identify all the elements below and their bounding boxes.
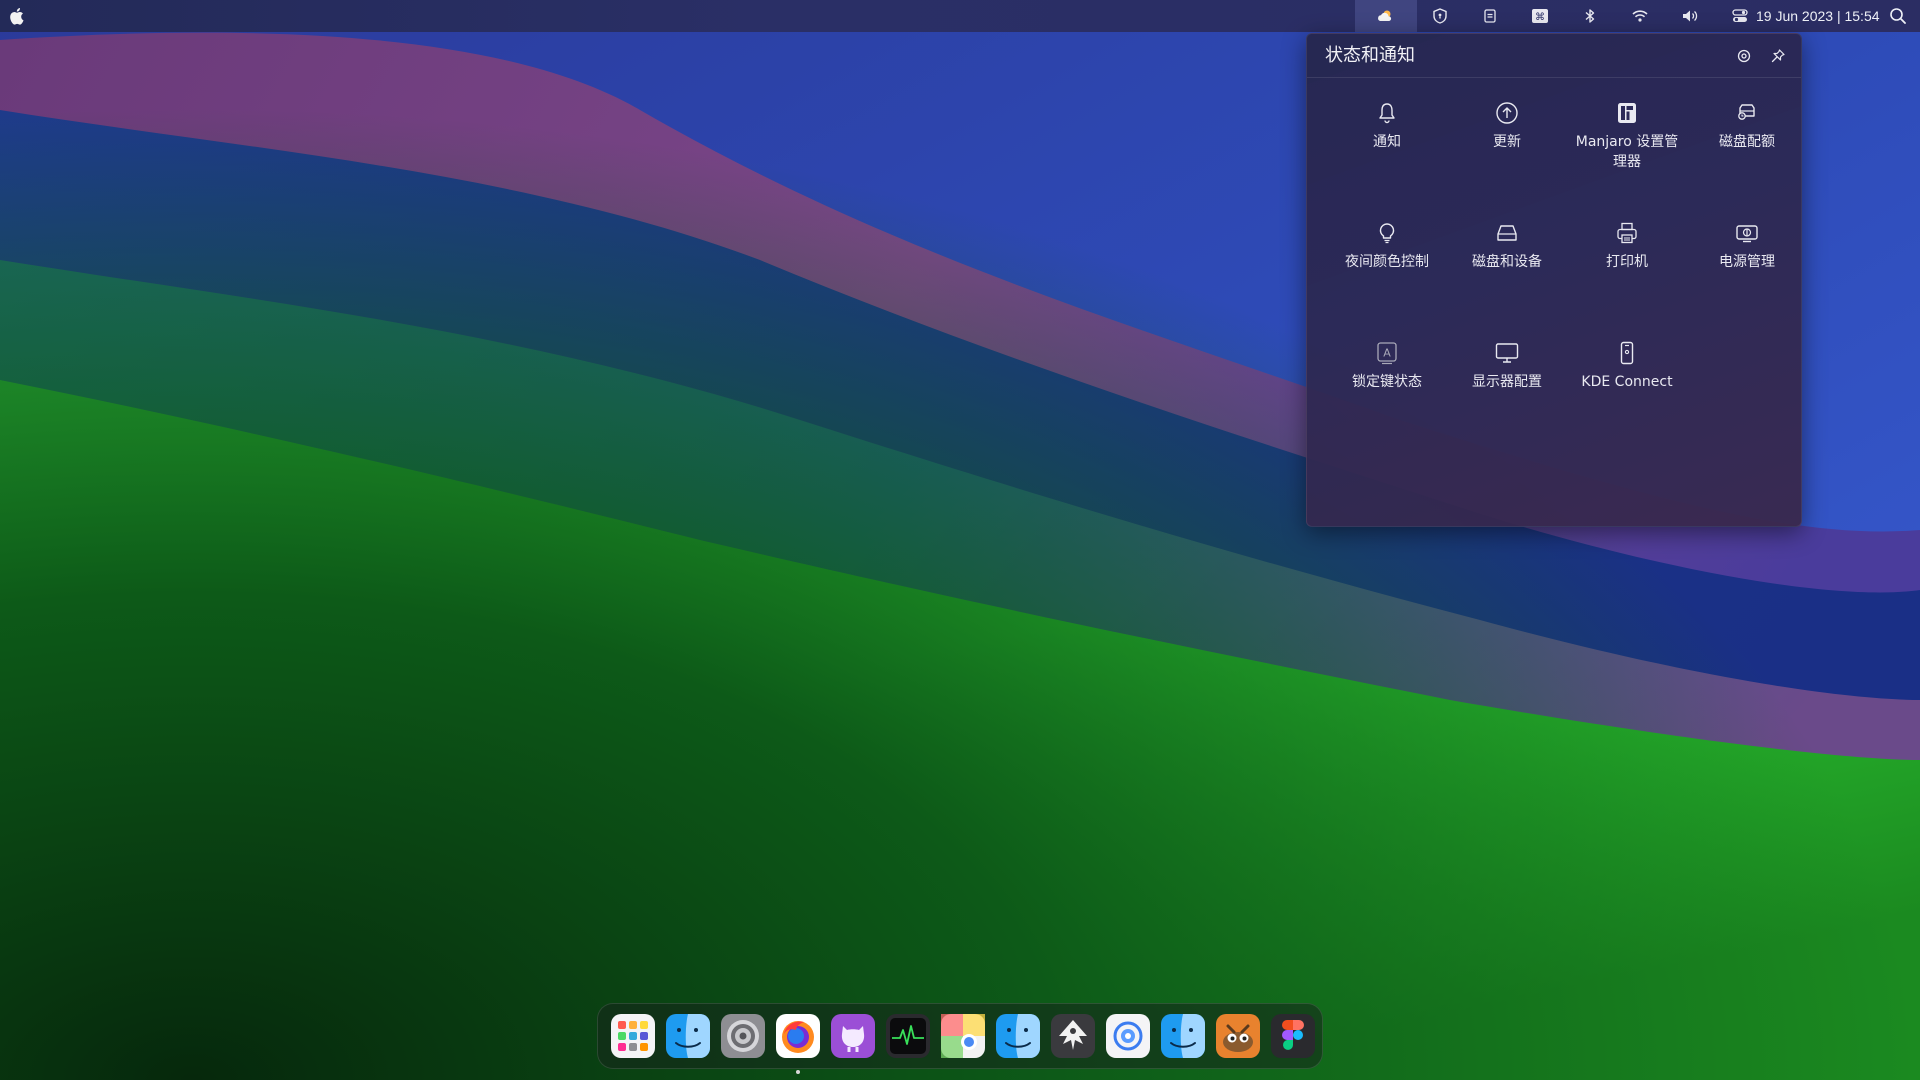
status-item-kde-connect[interactable]: KDE Connect (1567, 330, 1687, 450)
popup-title: 状态和通知 (1325, 45, 1415, 66)
status-item-label: 打印机 (1606, 254, 1648, 270)
disk-quota-icon (1734, 100, 1760, 126)
dock-app-figma[interactable] (1269, 1012, 1317, 1060)
inkscape-icon (1051, 1014, 1095, 1058)
configure-button[interactable] (1733, 45, 1755, 67)
system-settings-icon (721, 1014, 765, 1058)
dock-app-github[interactable] (829, 1012, 877, 1060)
dock-app-inkscape[interactable] (1049, 1012, 1097, 1060)
status-notifications-popup: 状态和通知 通知 更新 Manjaro 设置管理器 磁盘配额 夜间颜色控制 磁盘… (1306, 33, 1802, 527)
status-item-label: KDE Connect (1581, 374, 1673, 390)
status-item-notifications[interactable]: 通知 (1327, 90, 1447, 210)
status-item-label: 电源管理 (1719, 254, 1775, 270)
status-item-label: Manjaro 设置管理器 (1575, 134, 1679, 170)
status-item-printers[interactable]: 打印机 (1567, 210, 1687, 330)
finder-icon (996, 1014, 1040, 1058)
status-item-night-color[interactable]: 夜间颜色控制 (1327, 210, 1447, 330)
status-item-disk-quota[interactable]: 磁盘配额 (1687, 90, 1807, 210)
lock-keys-icon: A (1374, 340, 1400, 366)
dock-app-chrome[interactable] (939, 1012, 987, 1060)
status-item-updates[interactable]: 更新 (1447, 90, 1567, 210)
drive-icon (1494, 220, 1520, 246)
dock-app-firefox[interactable] (774, 1012, 822, 1074)
shield-icon[interactable] (1415, 0, 1465, 32)
input-method-icon[interactable]: ⌘ (1515, 0, 1565, 32)
status-item-label: 显示器配置 (1472, 374, 1542, 390)
top-menu-bar: ⌘ 19 Jun 2023 | 15:54 (0, 0, 1920, 32)
search-icon[interactable] (1888, 6, 1908, 26)
manjaro-icon (1614, 100, 1640, 126)
clipboard-icon[interactable] (1465, 0, 1515, 32)
dock-app-activity-monitor[interactable] (884, 1012, 932, 1060)
svg-text:A: A (1383, 347, 1391, 360)
monitor-icon (1494, 340, 1520, 366)
apple-menu-icon[interactable] (8, 6, 26, 26)
update-icon (1494, 100, 1520, 126)
status-item-label: 更新 (1493, 134, 1521, 150)
phone-icon (1614, 340, 1640, 366)
web-browser-icon (1106, 1014, 1150, 1058)
wifi-icon[interactable] (1615, 0, 1665, 32)
status-item-label: 夜间颜色控制 (1345, 254, 1429, 270)
system-tray: ⌘ (1355, 0, 1765, 32)
finder-icon (666, 1014, 710, 1058)
popup-header: 状态和通知 (1307, 34, 1801, 78)
dock-app-system-settings[interactable] (719, 1012, 767, 1060)
dock-app-launchpad[interactable] (609, 1012, 657, 1060)
gimp-icon (1216, 1014, 1260, 1058)
chrome-icon (941, 1014, 985, 1058)
night-color-icon (1374, 220, 1400, 246)
figma-icon (1271, 1014, 1315, 1058)
activity-monitor-icon (886, 1014, 930, 1058)
github-icon (831, 1014, 875, 1058)
weather-icon[interactable] (1355, 0, 1415, 32)
status-items-grid: 通知 更新 Manjaro 设置管理器 磁盘配额 夜间颜色控制 磁盘和设备 打印… (1327, 90, 1807, 450)
status-item-power-management[interactable]: 电源管理 (1687, 210, 1807, 330)
bluetooth-icon[interactable] (1565, 0, 1615, 32)
dock (597, 1003, 1323, 1074)
dock-app-finder-2[interactable] (994, 1012, 1042, 1060)
dock-app-finder-3[interactable] (1159, 1012, 1207, 1060)
volume-icon[interactable] (1665, 0, 1715, 32)
status-item-lock-keys[interactable]: A 锁定键状态 (1327, 330, 1447, 450)
status-item-label: 磁盘和设备 (1472, 254, 1542, 270)
svg-text:⌘: ⌘ (1535, 12, 1545, 23)
status-item-label: 通知 (1373, 134, 1401, 150)
status-item-display-config[interactable]: 显示器配置 (1447, 330, 1567, 450)
launchpad-icon (611, 1014, 655, 1058)
battery-icon (1734, 220, 1760, 246)
status-item-disks-devices[interactable]: 磁盘和设备 (1447, 210, 1567, 330)
status-item-manjaro-settings[interactable]: Manjaro 设置管理器 (1567, 90, 1687, 210)
firefox-icon (776, 1014, 820, 1058)
pin-icon (1771, 49, 1785, 63)
dock-app-finder[interactable] (664, 1012, 712, 1060)
status-item-label: 磁盘配额 (1719, 134, 1775, 150)
dock-app-web-browser[interactable] (1104, 1012, 1152, 1060)
settings-icon (1737, 49, 1751, 63)
status-item-label: 锁定键状态 (1352, 374, 1422, 390)
pin-button[interactable] (1767, 45, 1789, 67)
finder-icon (1161, 1014, 1205, 1058)
bell-icon (1374, 100, 1400, 126)
printer-icon (1614, 220, 1640, 246)
dock-app-gimp[interactable] (1214, 1012, 1262, 1060)
menubar-clock[interactable]: 19 Jun 2023 | 15:54 (1756, 0, 1880, 32)
running-indicator (796, 1070, 800, 1074)
